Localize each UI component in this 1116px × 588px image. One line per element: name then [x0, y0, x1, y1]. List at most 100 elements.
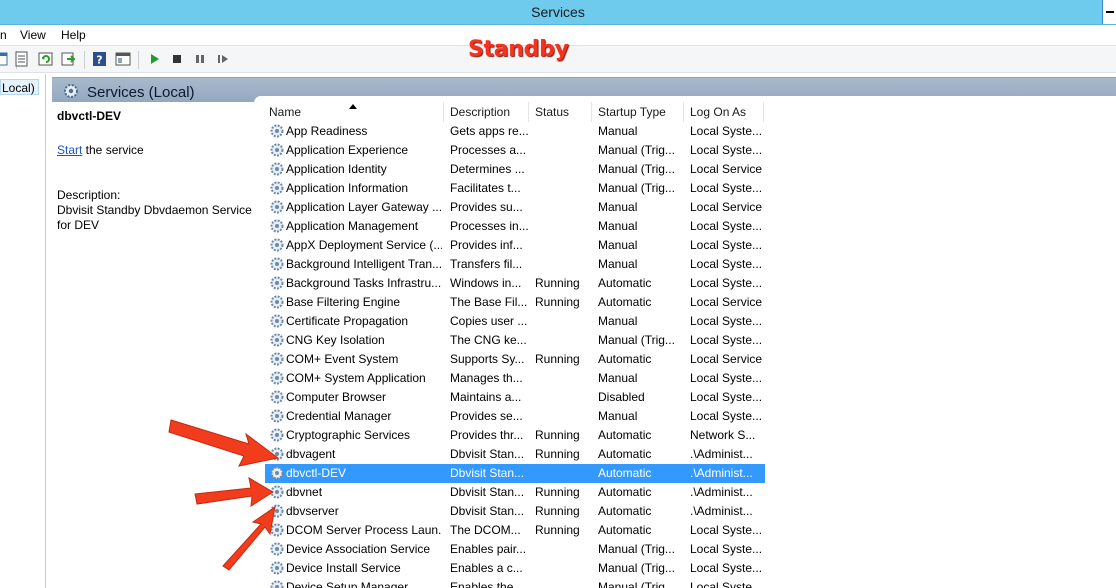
cell-name: Application Experience — [286, 143, 409, 157]
table-row[interactable]: Device Setup Manager Enables the ... Manua… — [265, 578, 765, 588]
table-row[interactable]: Application Identity Determines ... Manual… — [265, 160, 765, 179]
table-row[interactable]: dbvagent Dbvisit Stan... Running Automatic.… — [265, 445, 765, 464]
table-row[interactable]: COM+ Event System Supports Sy... Running Au… — [265, 350, 765, 369]
minimize-icon — [1106, 11, 1114, 13]
pane-title: Services (Local) — [87, 84, 195, 101]
cell-name: dbvnet — [286, 485, 323, 499]
cell-startup-type: Automatic — [598, 352, 652, 366]
service-gear-icon — [270, 219, 284, 233]
cell-name: Certificate Propagation — [286, 314, 409, 328]
table-row[interactable]: Background Tasks Infrastru... Windows in.… — [265, 274, 765, 293]
column-header-description[interactable]: Description — [444, 102, 529, 122]
play-icon — [151, 54, 159, 64]
table-row[interactable]: CNG Key Isolation The CNG ke... Manual (Tr… — [265, 331, 765, 350]
cell-name: Cryptographic Services — [286, 428, 411, 442]
start-service-line: Start the service — [57, 143, 144, 157]
table-row[interactable]: Computer Browser Maintains a... Disabled Lo… — [265, 388, 765, 407]
cell-startup-type: Manual — [598, 124, 638, 138]
cell-startup-type: Automatic — [598, 276, 652, 290]
export-button[interactable] — [61, 51, 77, 67]
cell-description: Provides su... — [450, 200, 523, 214]
cell-startup-type: Manual — [598, 409, 638, 423]
table-row[interactable]: AppX Deployment Service (... Provides inf… — [265, 236, 765, 255]
table-row[interactable]: Device Association Service Enables pair..… — [265, 540, 765, 559]
list-icon — [15, 51, 28, 67]
table-row[interactable]: dbvserver Dbvisit Stan... Running Automatic… — [265, 502, 765, 521]
services-list: Name Description Status Startup Type Log… — [263, 102, 1116, 588]
table-row[interactable]: Certificate Propagation Copies user ... Ma… — [265, 312, 765, 331]
menu-view[interactable]: View — [20, 28, 46, 42]
cell-name: COM+ Event System — [286, 352, 399, 366]
table-row[interactable]: Device Install Service Enables a c... Manu… — [265, 559, 765, 578]
column-header-name[interactable]: Name — [263, 102, 444, 122]
table-row[interactable]: Application Management Processes in... Man… — [265, 217, 765, 236]
tree-node-services-local[interactable]: Local) — [0, 79, 39, 95]
cell-startup-type: Manual (Trig... — [598, 542, 675, 556]
table-row[interactable]: Credential Manager Provides se... Manual Lo… — [265, 407, 765, 426]
minimize-button[interactable] — [1102, 0, 1116, 24]
column-header-status[interactable]: Status — [529, 102, 592, 122]
cell-name: Credential Manager — [286, 409, 392, 423]
cell-name: dbvagent — [286, 447, 336, 461]
column-header-log-on-as[interactable]: Log On As — [684, 102, 764, 122]
stop-service-button[interactable] — [169, 51, 185, 67]
column-header-startup-type[interactable]: Startup Type — [592, 102, 684, 122]
table-row[interactable]: Base Filtering Engine The Base Fil... Runn… — [265, 293, 765, 312]
cell-description: Enables pair... — [450, 542, 527, 556]
cell-log-on-as: Local Syste... — [690, 314, 763, 328]
table-row[interactable]: COM+ System Application Manages th... Manu… — [265, 369, 765, 388]
red-arrow-icon — [222, 505, 276, 571]
cell-description: Dbvisit Stan... — [450, 466, 525, 480]
service-gear-icon — [270, 276, 284, 290]
start-service-button[interactable] — [147, 51, 163, 67]
start-service-link[interactable]: Start — [57, 143, 82, 157]
export-list-button[interactable] — [14, 51, 30, 67]
cell-name: dbvctl-DEV — [286, 466, 347, 480]
cell-status: Running — [535, 523, 580, 537]
cell-log-on-as: Local Syste... — [690, 181, 763, 195]
cell-startup-type: Disabled — [598, 390, 645, 404]
cell-log-on-as: .\Administ... — [690, 485, 753, 499]
export-arrow-icon — [61, 52, 76, 66]
cell-status: Running — [535, 485, 580, 499]
restart-service-button[interactable] — [215, 51, 231, 67]
cell-name: dbvserver — [286, 504, 339, 518]
table-row-selected[interactable]: dbvctl-DEV Dbvisit Stan... Automatic .\Admi… — [265, 464, 765, 483]
cell-startup-type: Automatic — [598, 428, 652, 442]
menu-help[interactable]: Help — [61, 28, 86, 42]
cell-description: Processes a... — [450, 143, 527, 157]
service-gear-icon — [270, 314, 284, 328]
cell-startup-type: Automatic — [598, 466, 652, 480]
table-row[interactable]: App Readiness Gets apps re... Manual Local … — [265, 122, 765, 141]
service-gear-icon — [270, 371, 284, 385]
service-gear-icon — [270, 143, 284, 157]
cell-startup-type: Manual — [598, 200, 638, 214]
table-row[interactable]: Application Layer Gateway ... Provides su… — [265, 198, 765, 217]
refresh-button[interactable] — [38, 51, 54, 67]
cell-startup-type: Manual — [598, 257, 638, 271]
svg-text:?: ? — [96, 54, 102, 67]
table-row[interactable]: Application Experience Processes a... Manu… — [265, 141, 765, 160]
cell-name: Device Association Service — [286, 542, 431, 556]
table-row[interactable]: Background Intelligent Tran... Transfers … — [265, 255, 765, 274]
cell-description: Manages th... — [450, 371, 523, 385]
cell-description: Facilitates t... — [450, 181, 521, 195]
toolbar-separator — [138, 51, 139, 69]
pause-service-button[interactable] — [192, 51, 208, 67]
cell-log-on-as: Local Syste... — [690, 143, 763, 157]
cell-description: Provides inf... — [450, 238, 523, 252]
table-row[interactable]: Application Information Facilitates t... M… — [265, 179, 765, 198]
table-row[interactable]: Cryptographic Services Provides thr... Run… — [265, 426, 765, 445]
table-row[interactable]: dbvnet Dbvisit Stan... Running Automatic .\A… — [265, 483, 765, 502]
red-arrow-icon — [168, 419, 280, 467]
cell-startup-type: Automatic — [598, 523, 652, 537]
cell-status: Running — [535, 276, 580, 290]
cell-description: Determines ... — [450, 162, 525, 176]
menu-action[interactable]: n — [0, 28, 7, 42]
service-gear-icon — [270, 295, 284, 309]
table-row[interactable]: DCOM Server Process Laun... The DCOM... Ru… — [265, 521, 765, 540]
cell-status: Running — [535, 428, 580, 442]
properties-button[interactable] — [115, 51, 131, 67]
help-button[interactable]: ? — [92, 51, 108, 67]
show-hide-tree-button[interactable] — [0, 51, 10, 67]
